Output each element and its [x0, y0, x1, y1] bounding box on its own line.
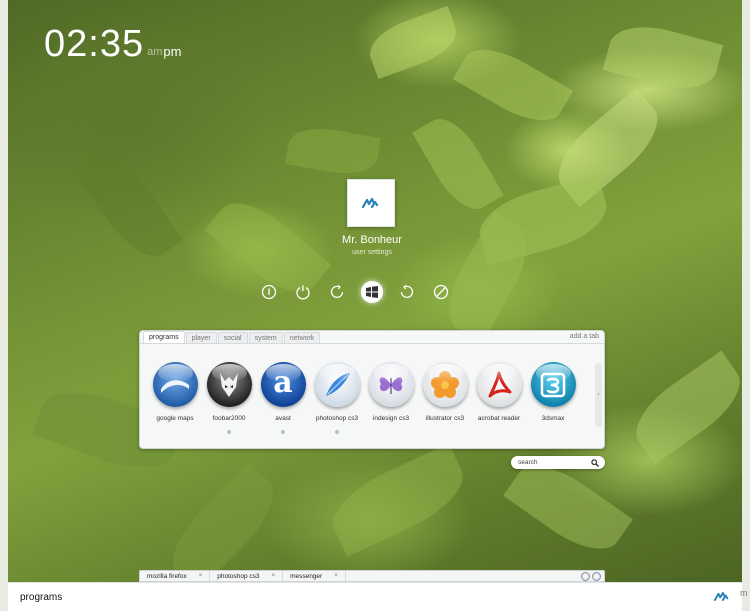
restart-icon — [400, 285, 414, 298]
app-indicator — [335, 430, 339, 434]
task-mozilla-firefox[interactable]: mozilla firefox × — [140, 571, 211, 581]
tab-social[interactable]: social — [217, 332, 248, 343]
task-photoshop[interactable]: photoshop cs3 × — [210, 571, 284, 581]
app-3dsmax[interactable]: 3dsmax — [526, 362, 580, 434]
clock-time: 02:35 — [44, 23, 145, 65]
app-label: 3dsmax — [541, 415, 565, 422]
indesign-icon — [368, 362, 414, 407]
task-label: mozilla firefox — [147, 572, 187, 580]
app-label: foobar2000 — [212, 415, 246, 422]
clock: 02:35 am pm — [44, 24, 181, 64]
panel-scroll-handle[interactable]: › — [595, 363, 602, 427]
search-box — [511, 456, 605, 469]
cancel-button[interactable] — [431, 282, 451, 302]
app-label: photoshop cs3 — [315, 415, 359, 422]
search-icon[interactable] — [591, 459, 599, 467]
tab-system[interactable]: system — [248, 332, 283, 343]
bottom-bar: programs — [8, 582, 742, 611]
windows-icon — [366, 286, 378, 298]
power-controls — [259, 281, 451, 303]
windows-button[interactable] — [361, 281, 383, 303]
info-button[interactable] — [259, 282, 279, 302]
app-foobar2000[interactable]: foobar2000 — [202, 362, 256, 434]
refresh-icon — [330, 285, 344, 298]
app-illustrator[interactable]: illustrator cs3 — [418, 362, 472, 434]
right-edge — [742, 0, 750, 611]
app-indesign[interactable]: indesign cs3 — [364, 362, 418, 434]
app-photoshop[interactable]: photoshop cs3 — [310, 362, 364, 434]
app-indicator — [227, 430, 231, 434]
add-tab-link[interactable]: add a tab — [570, 333, 599, 340]
task-tabs: mozilla firefox × photoshop cs3 × messen… — [139, 570, 605, 582]
chevron-right-icon: › — [597, 392, 600, 398]
power-button[interactable] — [293, 282, 313, 302]
restart-button[interactable] — [397, 282, 417, 302]
avast-icon: a — [260, 362, 306, 407]
clock-pm[interactable]: pm — [163, 44, 181, 59]
user-settings-link[interactable]: user settings — [297, 249, 447, 256]
close-icon[interactable]: × — [272, 573, 276, 579]
photoshop-icon — [314, 362, 360, 407]
acrobat-icon — [476, 362, 522, 407]
programs-panel: programs player social system network ad… — [139, 330, 605, 449]
search-input[interactable] — [518, 459, 588, 466]
app-list: google maps foobar2000 a avast photoshop… — [140, 344, 604, 434]
power-icon — [296, 285, 310, 300]
app-label: google maps — [156, 415, 194, 422]
mb-logo-icon — [362, 198, 379, 208]
task-messenger[interactable]: messenger × — [283, 571, 346, 581]
side-letter: m — [740, 588, 748, 598]
user-avatar-tile[interactable] — [347, 179, 395, 227]
cancel-icon — [433, 284, 449, 300]
app-label: avast — [275, 415, 291, 422]
info-icon — [261, 284, 277, 300]
app-indicator — [281, 430, 285, 434]
app-label: indesign cs3 — [372, 415, 410, 422]
tray — [581, 572, 601, 581]
panel-tabs: programs player social system network — [140, 331, 604, 344]
foobar2000-icon — [206, 362, 252, 407]
google-maps-icon — [152, 362, 198, 407]
tab-network[interactable]: network — [283, 332, 321, 343]
task-label: messenger — [290, 572, 323, 580]
tab-player[interactable]: player — [185, 332, 217, 343]
illustrator-icon — [422, 362, 468, 407]
close-icon[interactable]: × — [334, 573, 338, 579]
tray-info-icon[interactable] — [592, 572, 601, 581]
tab-programs[interactable]: programs — [143, 331, 185, 343]
tray-settings-icon[interactable] — [581, 572, 590, 581]
user-name[interactable]: Mr. Bonheur — [297, 234, 447, 246]
bottom-section-label: programs — [20, 592, 63, 603]
app-avast[interactable]: a avast — [256, 362, 310, 434]
mb-logo-icon[interactable] — [714, 592, 730, 601]
task-label: photoshop cs3 — [217, 572, 260, 580]
app-label: acrobat reader — [477, 415, 521, 422]
3dsmax-icon — [530, 362, 576, 407]
refresh-button[interactable] — [327, 282, 347, 302]
close-icon[interactable]: × — [199, 573, 203, 579]
clock-am[interactable]: am — [147, 46, 162, 58]
app-google-maps[interactable]: google maps — [148, 362, 202, 434]
app-label: illustrator cs3 — [425, 415, 465, 422]
app-acrobat-reader[interactable]: acrobat reader — [472, 362, 526, 434]
